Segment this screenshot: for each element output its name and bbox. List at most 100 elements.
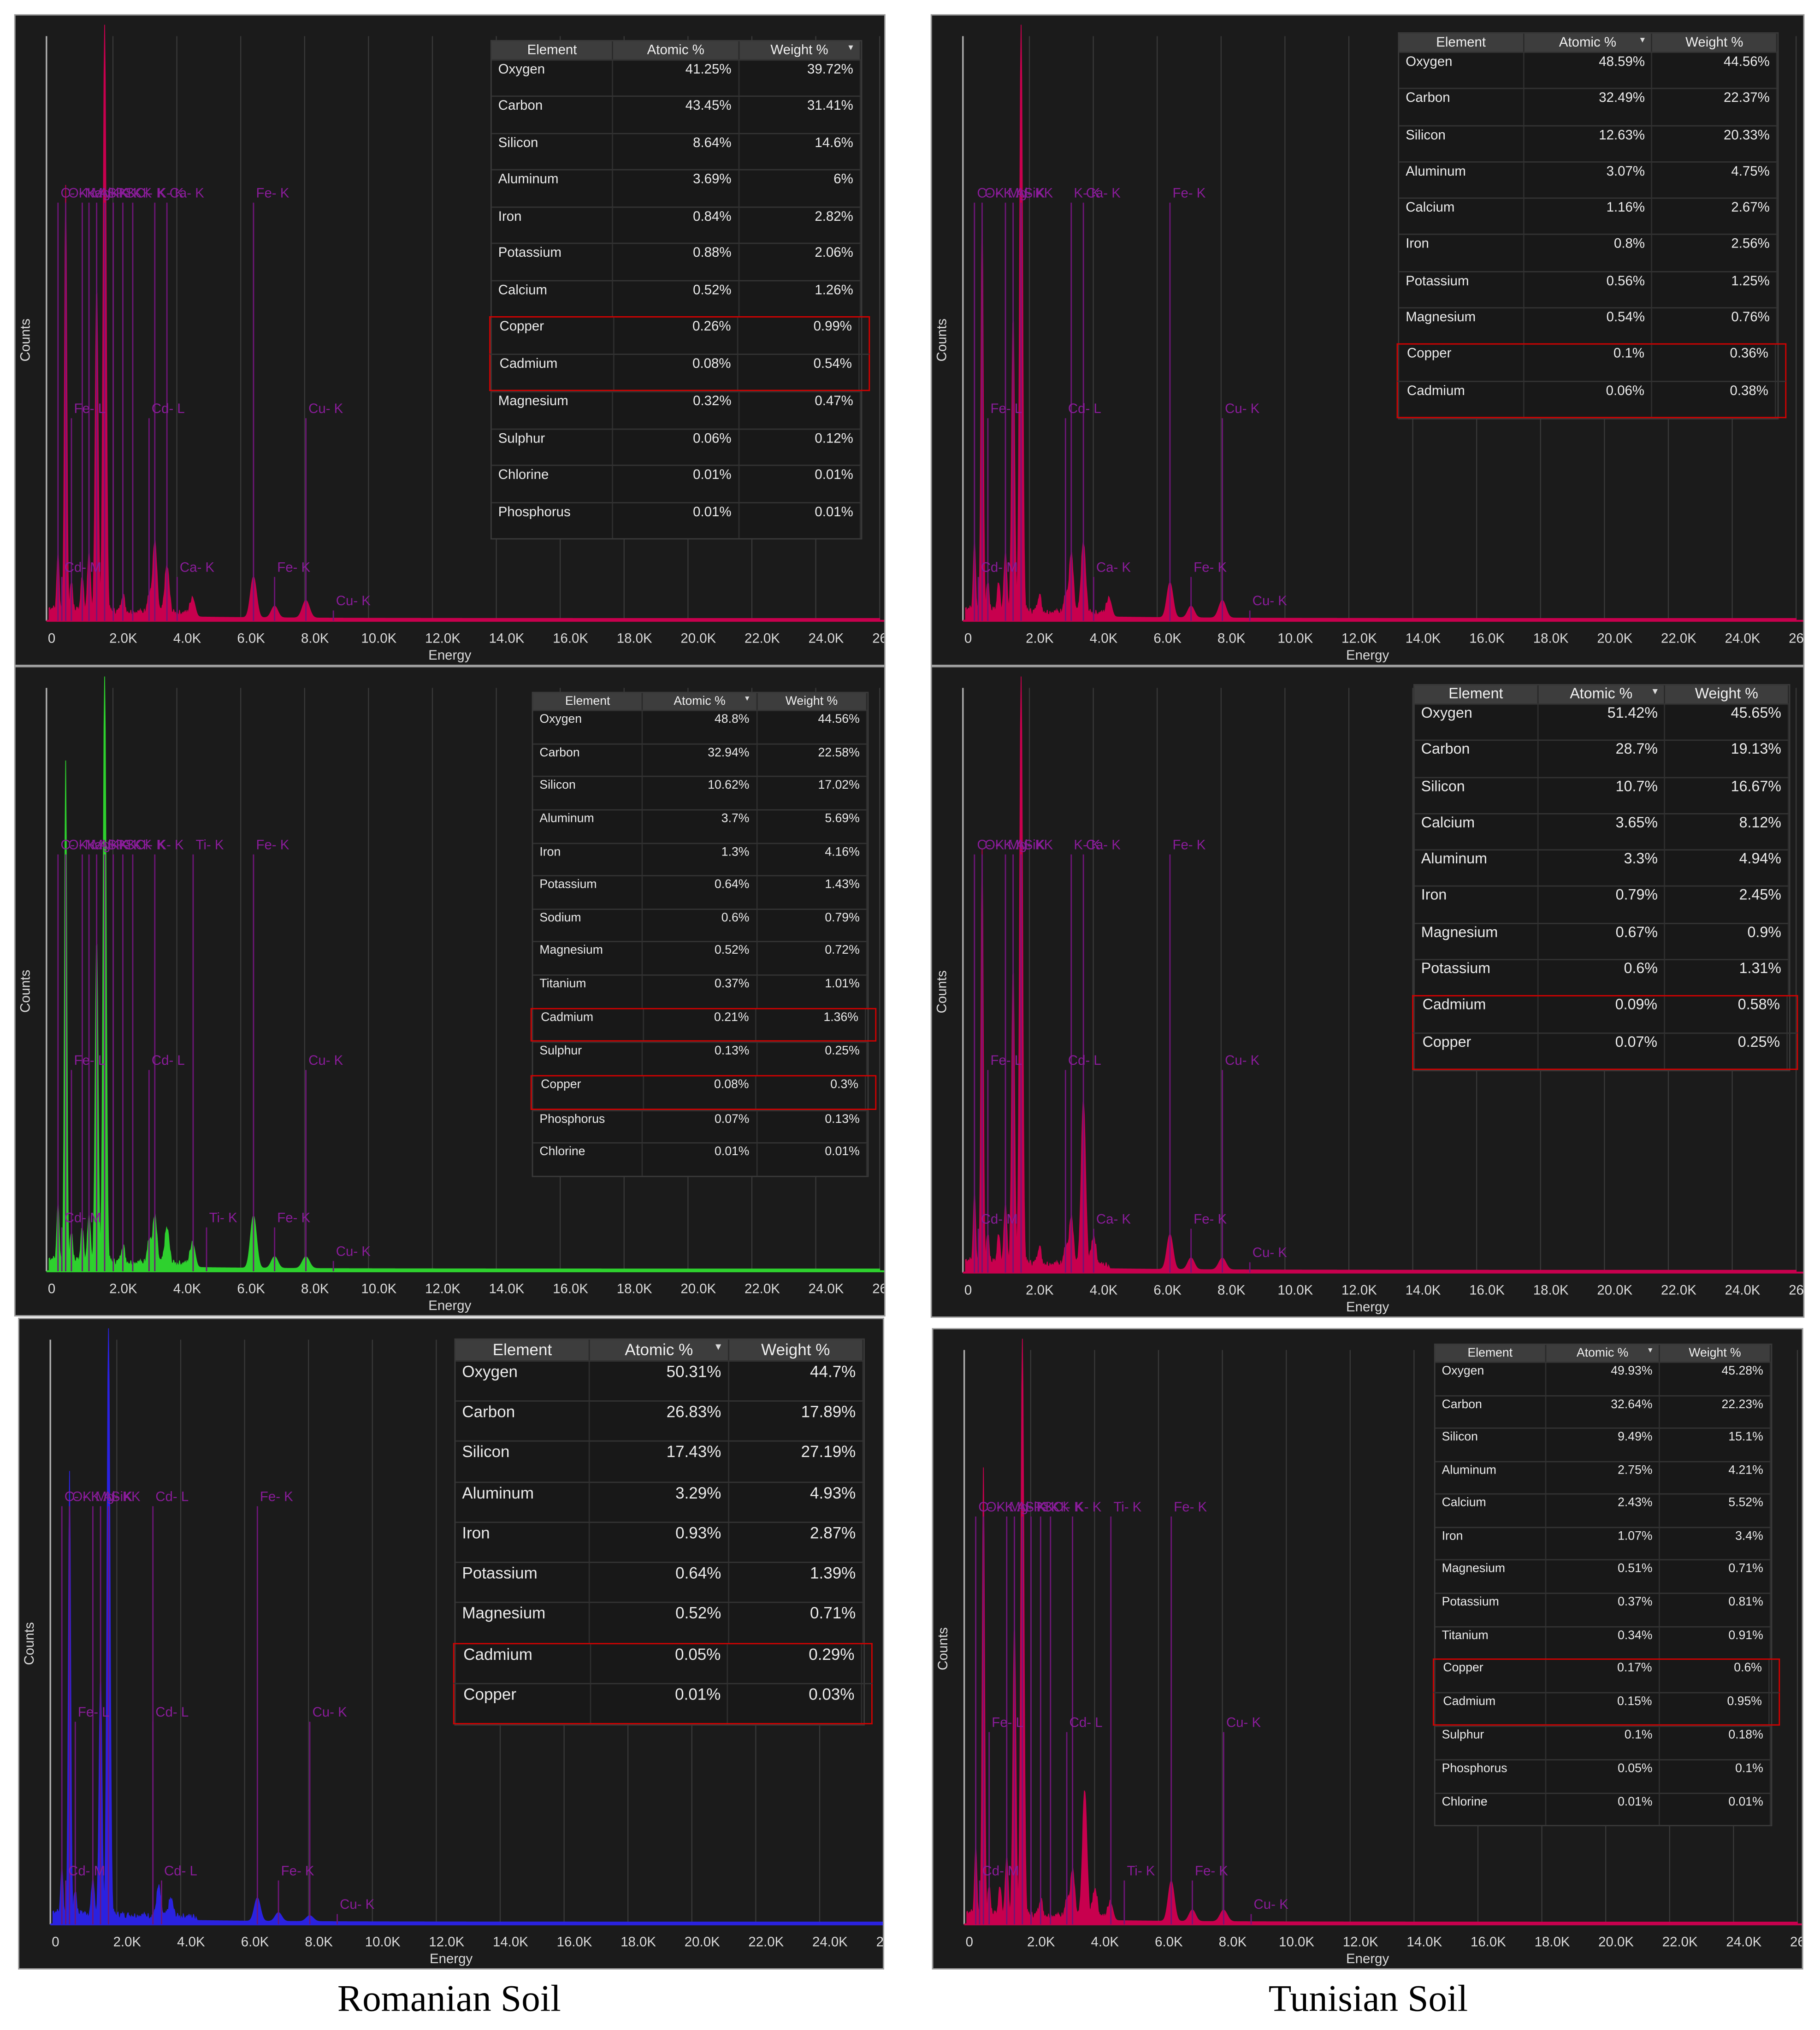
sort-descending-icon[interactable]: ▾ [715,1340,721,1354]
cell-weight: 4.75% [1653,162,1778,198]
cell-element: Magnesium [1415,924,1538,959]
table-row: Titanium 0.37% 1.01% [533,974,868,1008]
x-tick-label: 24.0K [1726,1934,1761,1949]
cell-element: Oxygen [1436,1363,1546,1395]
cell-weight: 0.72% [757,943,868,975]
cell-element: Carbon [455,1402,591,1441]
cell-atomic: 32.49% [1524,89,1653,125]
column-header[interactable]: Atomic % ▾ [1538,685,1666,703]
cell-element: Iron [533,843,644,875]
cell-atomic: 0.09% [1539,997,1665,1033]
cell-element: Aluminum [1399,162,1524,198]
cell-atomic: 10.62% [644,777,757,809]
table-row: Chlorine 0.01% 0.01% [1435,1792,1771,1825]
column-header[interactable]: Atomic % ▾ [1524,33,1653,52]
x-tick-label: 10.0K [1277,1282,1313,1298]
composition-table: Element Atomic % ▾ Weight % Oxygen 49.93% 45.2… [1433,1343,1780,1826]
x-tick-label: 24.0K [1725,631,1761,646]
cell-weight: 8.12% [1666,814,1789,850]
column-header[interactable]: Element [533,693,644,710]
column-header[interactable]: Element [492,41,614,59]
x-tick-label: 20.0K [685,1934,720,1949]
column-header[interactable]: Atomic % [614,41,739,59]
cell-atomic: 0.93% [590,1522,729,1562]
cell-element: Titanium [533,976,644,1008]
column-header-label: Atomic % [674,694,726,709]
cell-element: Silicon [533,777,644,809]
x-tick-label: 20.0K [680,1281,716,1297]
column-header[interactable]: Weight % [1660,1345,1771,1362]
cell-element: Carbon [1399,89,1524,125]
x-tick-label: 24.0K [1725,1282,1761,1298]
x-tick-label: 4.0K [1090,1282,1118,1298]
sort-descending-icon[interactable]: ▾ [1640,34,1645,45]
sort-descending-icon[interactable]: ▾ [745,693,749,703]
table-row: Silicon 8.64% 14.6% [491,133,861,170]
x-tick-label: 0 [964,631,972,646]
x-tick-label: 18.0K [1533,1282,1569,1298]
eds-panel-tunisian-1: C- K O- K Mg- K Al- K Si- K K- K Ca- K Fe- K Fe-… [930,14,1805,666]
element-marker-label: Cu- K [1253,1245,1288,1260]
column-header[interactable]: Weight % [729,1340,864,1361]
column-header[interactable]: Weight % [1653,33,1778,52]
x-axis-label: Energy [428,1298,471,1313]
x-tick-label: 0 [52,1934,59,1949]
column-header[interactable]: Atomic % ▾ [1546,1345,1660,1362]
table-row: Titanium 0.34% 0.91% [1435,1625,1771,1659]
column-header[interactable]: Element [1415,685,1538,703]
sort-descending-icon[interactable]: ▾ [848,41,853,53]
cell-weight: 0.95% [1660,1693,1770,1725]
cell-weight: 45.65% [1666,704,1789,740]
x-tick-label: 4.0K [1091,1934,1119,1949]
x-axis-label: Energy [1346,648,1389,663]
element-marker-label: Fe- L [992,1715,1023,1730]
cell-atomic: 48.8% [644,711,757,743]
x-tick-label: 22.0K [745,1281,780,1297]
x-tick-label: 20.0K [1597,1282,1632,1298]
element-marker-label: Ti- K [209,1210,237,1226]
column-header-label: Weight % [1685,35,1743,51]
column-header[interactable]: Element [1436,1345,1546,1362]
cell-weight: 19.13% [1666,741,1789,777]
column-header[interactable]: Weight % [1666,685,1789,703]
cell-element: Magnesium [455,1603,591,1643]
table-row: Calcium 3.65% 8.12% [1414,813,1789,850]
table-row: Magnesium 0.52% 0.71% [455,1602,864,1643]
cell-weight: 0.29% [728,1643,863,1683]
cell-element: Sulphur [533,1043,644,1075]
cell-atomic: 0.01% [644,1144,757,1176]
column-header[interactable]: Atomic % ▾ [644,693,757,710]
cell-atomic: 0.6% [1538,960,1666,996]
cell-atomic: 0.67% [1538,924,1666,959]
column-header[interactable]: Atomic % ▾ [590,1340,729,1361]
column-header[interactable]: Element [1399,33,1524,52]
element-marker-label: Fe- L [991,1053,1022,1068]
x-tick-label: 26.0K [1789,1282,1803,1298]
cell-weight: 20.33% [1653,126,1778,161]
sort-descending-icon[interactable]: ▾ [1648,1345,1652,1355]
cell-atomic: 3.65% [1538,814,1666,850]
sort-descending-icon[interactable]: ▾ [1653,685,1658,697]
y-axis-label: Counts [934,319,949,361]
caption-romanian-soil: Romanian Soil [337,1978,561,2020]
column-header[interactable]: Element [455,1340,591,1361]
cell-element: Calcium [1415,814,1538,850]
column-header[interactable]: Weight % ▾ [739,41,861,59]
x-tick-label: 26.0K [872,1281,884,1297]
cell-atomic: 32.94% [644,744,757,776]
cell-weight: 2.56% [1653,235,1778,271]
cell-weight: 0.71% [729,1603,864,1643]
cell-weight: 0.9% [1666,924,1789,959]
x-tick-label: 14.0K [489,631,525,646]
element-marker-label: Ca- K [180,560,215,575]
cell-element: Aluminum [1415,850,1538,886]
x-tick-label: 6.0K [237,631,265,646]
y-axis-label: Counts [18,319,33,361]
x-tick-label: 18.0K [1535,1934,1570,1949]
column-header-label: Atomic % [647,42,704,58]
x-tick-label: 2.0K [1026,631,1054,646]
x-tick-label: 16.0K [557,1934,592,1949]
composition-table: Element Atomic % Weight % ▾ Oxygen 41.25% 39.7… [489,40,870,540]
column-header[interactable]: Weight % [757,693,868,710]
element-marker-label: Ti- K [196,837,224,852]
